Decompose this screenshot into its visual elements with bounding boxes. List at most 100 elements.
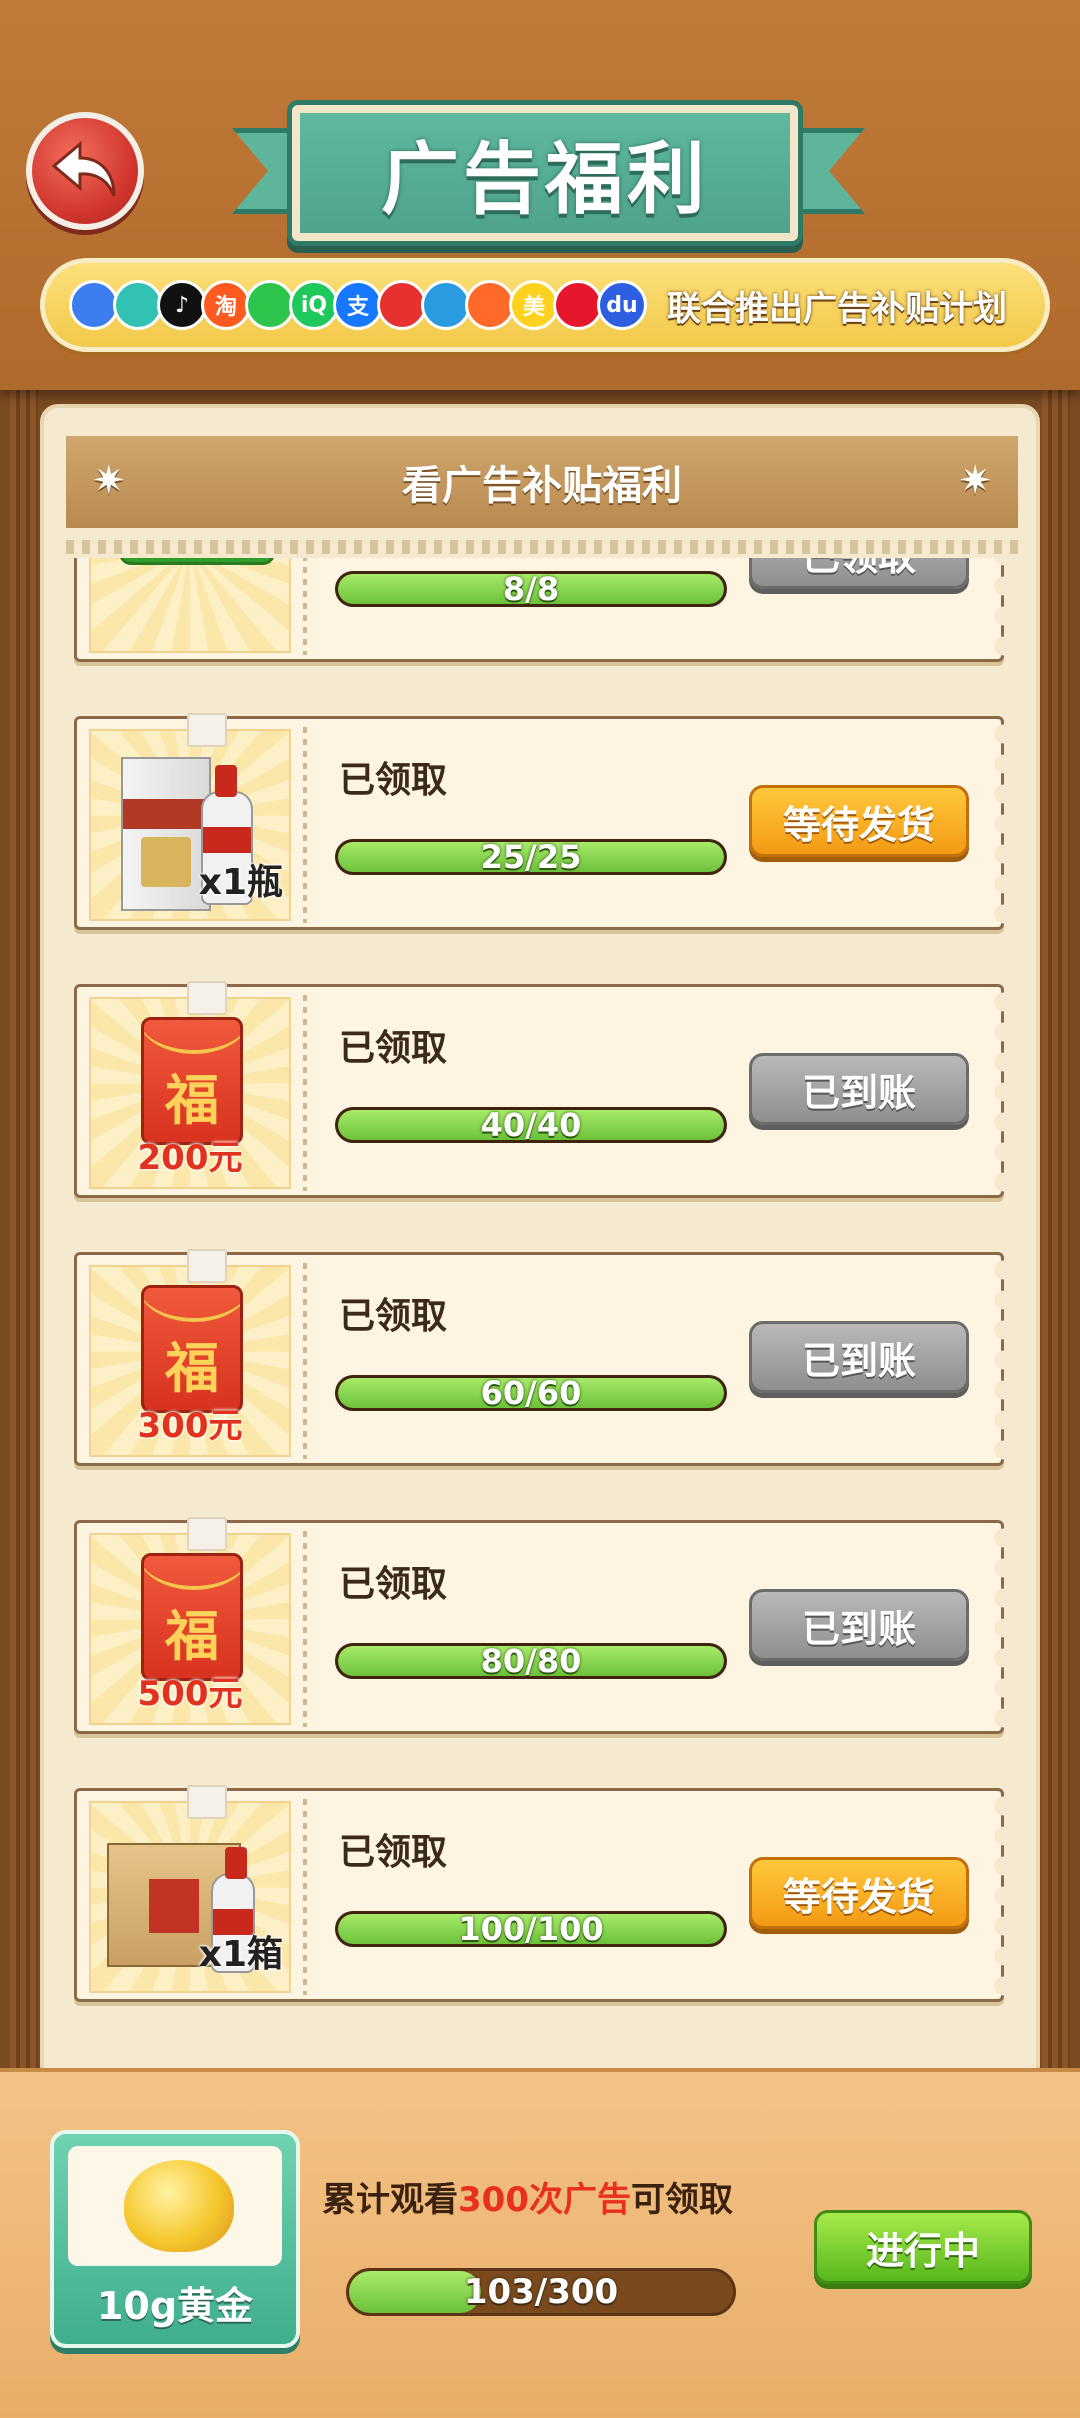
reward-action-button[interactable]: 已到账 — [749, 1053, 969, 1125]
fu-character: 福 — [165, 1336, 219, 1400]
back-button[interactable] — [26, 112, 144, 230]
fu-character: 福 — [165, 1604, 219, 1668]
reward-amount: 200元 — [137, 1138, 243, 1178]
reward-card: 提现 8/8 已领取 — [74, 558, 1004, 662]
footer-msg-prefix: 累计观看 — [322, 2180, 458, 2220]
reward-thumbnail: 福 300元 — [89, 1249, 291, 1457]
footer: 10g黄金 累计观看300次广告可领取 103/300 进行中 — [0, 2068, 1080, 2418]
partner-text: 联合推出广告补贴计划 — [667, 288, 1007, 329]
reward-status: 已领取 — [339, 1832, 448, 1873]
reward-progress-text: 80/80 — [480, 1643, 582, 1679]
card-divider — [303, 995, 307, 1191]
reward-thumbnail: x1箱 — [89, 1785, 291, 1993]
reward-card: x1箱 已领取 100/100 等待发货 — [74, 1785, 1004, 2002]
reward-card: 福 500元 已领取 80/80 已到账 — [74, 1517, 1004, 1734]
reward-amount: 500元 — [137, 1674, 243, 1714]
clip-tab — [187, 1249, 227, 1283]
withdraw-tag: 提现 — [119, 558, 275, 565]
reward-progress-bar: 80/80 — [335, 1643, 727, 1679]
card-divider — [303, 1531, 307, 1727]
alipay-icon: 支 — [333, 280, 383, 330]
baidu-icon: du — [597, 280, 647, 330]
telegram-icon — [421, 280, 471, 330]
back-arrow-icon — [51, 140, 116, 197]
coupon-app-icon — [465, 280, 515, 330]
liquor-box-icon — [121, 757, 211, 911]
reward-quantity: x1瓶 — [198, 862, 283, 903]
reward-progress-bar: 8/8 — [335, 571, 727, 607]
reward-progress-bar: 40/40 — [335, 1107, 727, 1143]
reward-card: 福 200元 已领取 40/40 已到账 — [74, 981, 1004, 1198]
feather-app-icon — [113, 280, 163, 330]
star-icon: ✷ — [92, 458, 126, 504]
reward-progress-bar: 100/100 — [335, 1911, 727, 1947]
reward-thumbnail: 提现 — [89, 558, 291, 653]
reward-action-button[interactable]: 已领取 — [749, 558, 969, 589]
taobao-icon: 淘 — [201, 280, 251, 330]
reward-progress-text: 60/60 — [480, 1375, 582, 1411]
footer-msg-suffix: 可领取 — [630, 2180, 733, 2220]
reward-action-button[interactable]: 等待发货 — [749, 1857, 969, 1929]
reward-thumbnail: 福 200元 — [89, 981, 291, 1189]
ticket-notch — [982, 719, 1004, 927]
partner-app-icons: ♪ 淘 iQ 支 美 du — [69, 280, 647, 330]
panel-title: 看广告补贴福利 — [402, 463, 682, 509]
reward-progress-text: 100/100 — [458, 1911, 604, 1947]
ticket-notch — [982, 987, 1004, 1195]
board-edge-right — [1042, 390, 1070, 2070]
footer-progress-bar: 103/300 — [346, 2268, 736, 2316]
weibo-icon — [553, 280, 603, 330]
fu-character: 福 — [165, 1068, 219, 1132]
reward-list[interactable]: 提现 8/8 已领取 x1瓶 已领取 25/25 等待发货 福 200元 — [66, 558, 1018, 2070]
page-title-text: 广告福利 — [380, 135, 709, 225]
card-divider — [303, 1263, 307, 1459]
clip-tab — [187, 713, 227, 747]
star-icon: ✷ — [958, 458, 992, 504]
reward-progress-bar: 60/60 — [335, 1375, 727, 1411]
gold-ingot-icon — [124, 2160, 234, 2252]
gold-prize-window — [68, 2146, 282, 2266]
reward-status: 已领取 — [339, 1564, 448, 1605]
board-edge-left — [10, 390, 38, 2070]
reward-amount: 300元 — [137, 1406, 243, 1446]
card-divider — [303, 727, 307, 923]
footer-message: 累计观看300次广告可领取 — [322, 2172, 733, 2221]
reward-progress-bar: 25/25 — [335, 839, 727, 875]
gold-prize-label: 10g黄金 — [96, 2284, 254, 2328]
reward-card: 福 300元 已领取 60/60 已到账 — [74, 1249, 1004, 1466]
reward-status: 已领取 — [339, 1028, 448, 1069]
reward-progress-text: 8/8 — [502, 571, 560, 607]
reward-action-button[interactable]: 等待发货 — [749, 785, 969, 857]
red-envelope-icon: 福 — [141, 1017, 243, 1145]
in-progress-button[interactable]: 进行中 — [814, 2210, 1032, 2284]
reward-action-button[interactable]: 已到账 — [749, 1589, 969, 1661]
ticket-notch — [982, 1255, 1004, 1463]
red-envelope-icon: 福 — [141, 1553, 243, 1681]
reward-thumbnail: x1瓶 — [89, 713, 291, 921]
reward-card: x1瓶 已领取 25/25 等待发货 — [74, 713, 1004, 930]
partner-apps-bar: ♪ 淘 iQ 支 美 du 联合推出广告补贴计划 — [40, 258, 1050, 352]
wechat-icon — [245, 280, 295, 330]
iqiyi-icon: iQ — [289, 280, 339, 330]
panel-divider — [66, 540, 1018, 554]
clip-tab — [187, 1517, 227, 1551]
footer-msg-highlight: 300次广告 — [458, 2180, 631, 2220]
page-title: 广告福利 — [292, 105, 798, 241]
panel-header: ✷ 看广告补贴福利 ✷ — [66, 436, 1018, 528]
ticket-notch — [982, 558, 1004, 659]
card-divider — [303, 558, 307, 655]
red-envelope-icon: 福 — [141, 1285, 243, 1413]
tiktok-icon: ♪ — [157, 280, 207, 330]
reward-progress-text: 40/40 — [480, 1107, 582, 1143]
footer-progress-text: 103/300 — [463, 2272, 619, 2312]
reward-status: 已领取 — [339, 760, 448, 801]
meituan-icon: 美 — [509, 280, 559, 330]
reward-progress-text: 25/25 — [480, 839, 582, 875]
redbook-icon — [377, 280, 427, 330]
clip-tab — [187, 1785, 227, 1819]
ticket-notch — [982, 1791, 1004, 1999]
reward-action-button[interactable]: 已到账 — [749, 1321, 969, 1393]
gold-prize-card[interactable]: 10g黄金 — [50, 2130, 300, 2348]
reward-thumbnail: 福 500元 — [89, 1517, 291, 1725]
ticket-notch — [982, 1523, 1004, 1731]
